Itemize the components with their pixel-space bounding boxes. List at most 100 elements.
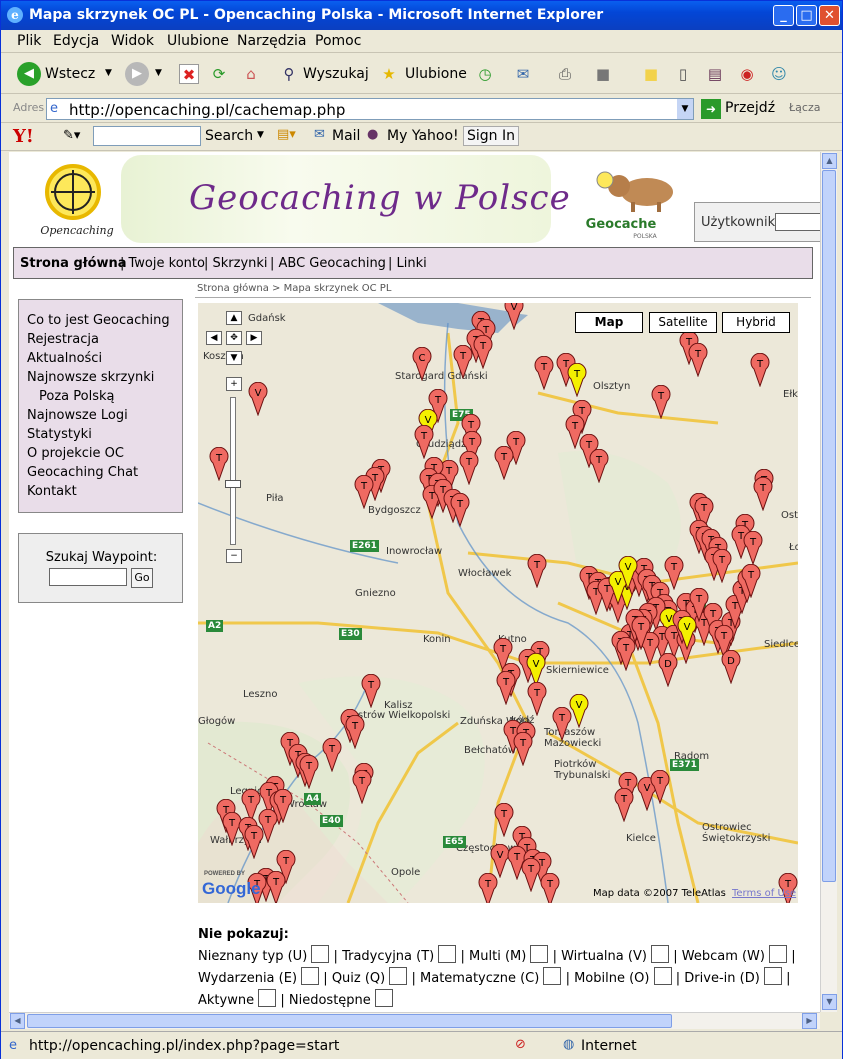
menu-edycja[interactable]: Edycja — [53, 33, 99, 49]
cache-marker[interactable]: T — [453, 345, 473, 379]
cache-marker[interactable]: V — [248, 382, 268, 416]
zoom-in-icon[interactable]: + — [226, 377, 242, 391]
sidebar-item-contact[interactable]: Kontakt — [27, 484, 77, 499]
links-label[interactable]: Łącza — [789, 101, 821, 114]
pan-center-icon[interactable]: ✥ — [226, 331, 242, 345]
cache-marker[interactable]: T — [614, 788, 634, 822]
opencaching-logo-icon[interactable]: Opencaching — [37, 158, 117, 238]
cache-marker[interactable]: T — [473, 335, 493, 369]
menu-widok[interactable]: Widok — [111, 33, 154, 49]
cache-marker[interactable]: T — [527, 554, 547, 588]
cache-marker[interactable]: T — [750, 353, 770, 387]
zoom-slider-handle[interactable] — [225, 480, 241, 488]
filter-checkbox[interactable] — [311, 945, 330, 963]
filter-checkbox[interactable] — [301, 967, 320, 985]
cache-marker[interactable]: T — [494, 446, 514, 480]
menu-narzedzia[interactable]: Narzędzia — [237, 33, 306, 49]
waypoint-input[interactable] — [49, 568, 127, 586]
edit-icon[interactable]: ■ — [593, 64, 613, 84]
messenger-icon[interactable]: ◉ — [737, 64, 757, 84]
address-dropdown-icon[interactable]: ▼ — [677, 99, 693, 119]
google-logo[interactable]: POWERED BY Google — [202, 871, 261, 899]
nav-account[interactable]: | Twoje konto — [120, 256, 205, 271]
stop-icon[interactable]: ✖ — [179, 64, 199, 84]
research-icon[interactable]: ▤ — [705, 64, 725, 84]
filter-checkbox[interactable] — [374, 989, 393, 1007]
pan-right-icon[interactable]: ▶ — [246, 331, 262, 345]
pan-left-icon[interactable]: ◀ — [206, 331, 222, 345]
nav-caches[interactable]: | Skrzynki — [204, 256, 268, 271]
cache-marker[interactable]: T — [753, 477, 773, 511]
history-icon[interactable]: ◷ — [475, 64, 495, 84]
zoom-slider[interactable] — [225, 397, 241, 545]
nav-abc-geocaching[interactable]: | ABC Geocaching — [270, 256, 386, 271]
cache-marker[interactable]: T — [712, 549, 732, 583]
cache-marker[interactable]: C — [412, 347, 432, 381]
sidebar-item-newest-logs[interactable]: Najnowsze Logi — [27, 408, 128, 423]
cache-marker[interactable]: T — [521, 858, 541, 892]
address-field[interactable]: e http://opencaching.pl/cachemap.php ▼ — [46, 98, 694, 120]
yahoo-search-button[interactable]: Search — [205, 128, 253, 144]
username-input[interactable] — [775, 213, 820, 231]
cache-marker[interactable]: T — [513, 732, 533, 766]
cache-marker[interactable]: T — [552, 707, 572, 741]
sidebar-item-about[interactable]: O projekcie OC — [27, 446, 124, 461]
menu-pomoc[interactable]: Pomoc — [315, 33, 361, 49]
sidebar-item-chat[interactable]: Geocaching Chat — [27, 465, 138, 480]
filter-checkbox[interactable] — [653, 967, 672, 985]
sidebar-item-abroad[interactable]: Poza Polską — [39, 389, 114, 404]
sidebar-item-newest-caches[interactable]: Najnowsze skrzynki — [27, 370, 154, 385]
sign-in-button[interactable]: Sign In — [463, 126, 519, 146]
cache-marker[interactable]: T — [361, 674, 381, 708]
cache-marker[interactable]: T — [664, 556, 684, 590]
pan-up-icon[interactable]: ▲ — [226, 311, 242, 325]
contacts-icon[interactable]: ☺ — [769, 64, 789, 84]
back-arrow-icon[interactable]: ◀ — [17, 62, 41, 86]
sidebar-item-statistics[interactable]: Statystyki — [27, 427, 92, 442]
cache-marker[interactable]: T — [345, 715, 365, 749]
menu-ulubione[interactable]: Ulubione — [167, 33, 229, 49]
sidebar-item-news[interactable]: Aktualności — [27, 351, 102, 366]
scroll-down-icon[interactable]: ▼ — [822, 994, 837, 1010]
filter-checkbox[interactable] — [258, 989, 277, 1007]
cache-marker[interactable]: T — [534, 356, 554, 390]
terms-of-use-link[interactable]: Terms of Use — [732, 888, 796, 899]
cache-marker[interactable]: T — [299, 755, 319, 789]
cache-marker[interactable]: T — [496, 671, 516, 705]
cache-marker[interactable]: T — [322, 738, 342, 772]
my-yahoo-button[interactable]: My Yahoo! — [387, 128, 459, 144]
mail-icon[interactable]: ✉ — [513, 64, 533, 84]
favorites-button[interactable]: Ulubione — [405, 66, 467, 82]
go-arrow-icon[interactable]: ➜ — [701, 99, 721, 119]
vertical-scroll-thumb[interactable] — [822, 170, 836, 882]
cache-marker[interactable]: T — [540, 873, 560, 903]
print-icon[interactable]: ⎙ — [555, 64, 575, 84]
horizontal-scroll-thumb[interactable] — [27, 1014, 672, 1028]
search-dropdown-icon[interactable]: ▼ — [257, 130, 264, 140]
minimize-button[interactable]: _ — [773, 5, 794, 26]
cache-marker[interactable]: D — [658, 653, 678, 687]
cache-marker[interactable]: T — [450, 493, 470, 527]
highlight-icon[interactable]: ▤▾ — [277, 127, 296, 142]
filter-checkbox[interactable] — [769, 945, 788, 963]
cache-marker[interactable]: T — [459, 451, 479, 485]
sidebar-item-what-is[interactable]: Co to jest Geocaching — [27, 313, 170, 328]
yahoo-logo-icon[interactable]: Y! — [13, 126, 34, 147]
scroll-up-icon[interactable]: ▲ — [822, 153, 837, 169]
cache-marker[interactable]: T — [741, 564, 761, 598]
filter-checkbox[interactable] — [651, 945, 670, 963]
yahoo-mail-button[interactable]: Mail — [332, 128, 360, 144]
favorites-star-icon[interactable]: ★ — [379, 64, 399, 84]
menu-plik[interactable]: Plik — [17, 33, 41, 49]
cache-marker[interactable]: V — [569, 694, 589, 728]
cache-marker[interactable]: T — [209, 447, 229, 481]
filter-checkbox[interactable] — [543, 967, 562, 985]
nav-links[interactable]: | Linki — [388, 256, 427, 271]
address-url[interactable]: http://opencaching.pl/cachemap.php — [69, 101, 345, 119]
back-button[interactable]: Wstecz — [45, 66, 95, 82]
map-type-map[interactable]: Map — [575, 312, 643, 333]
sidebar-item-register[interactable]: Rejestracja — [27, 332, 99, 347]
yahoo-search-input[interactable] — [93, 126, 201, 146]
forward-arrow-icon[interactable]: ▶ — [125, 62, 149, 86]
pan-down-icon[interactable]: ▼ — [226, 351, 242, 365]
